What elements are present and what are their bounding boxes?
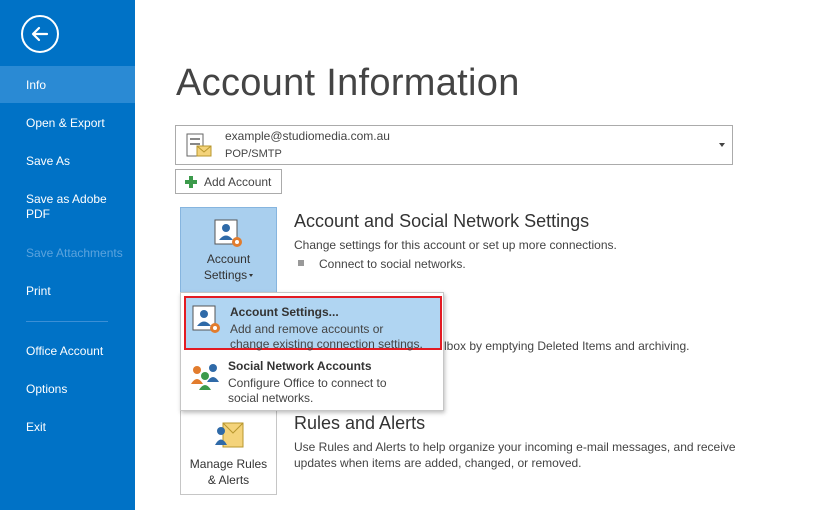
- account-section-description: Change settings for this account or set …: [294, 238, 617, 252]
- menu-item-title: Account Settings...: [230, 305, 339, 319]
- menu-item-desc-2: change existing connection settings.: [230, 337, 423, 351]
- add-account-button[interactable]: Add Account: [175, 169, 282, 194]
- manage-rules-alerts-button[interactable]: Manage Rules & Alerts: [180, 408, 277, 495]
- backstage-sidebar: Info Open & Export Save As Save as Adobe…: [0, 0, 135, 510]
- connect-social-networks-link[interactable]: Connect to social networks.: [319, 256, 466, 272]
- back-button[interactable]: [21, 15, 59, 53]
- chevron-down-icon: [719, 143, 725, 147]
- account-settings-label-1: Account: [206, 252, 251, 266]
- account-selector[interactable]: example@studiomedia.com.au POP/SMTP: [175, 125, 733, 165]
- nav-save-as-adobe-pdf[interactable]: Save as Adobe PDF: [0, 192, 120, 222]
- menu-item-desc-2: social networks.: [228, 391, 314, 405]
- nav-open-export[interactable]: Open & Export: [0, 116, 135, 131]
- account-settings-button[interactable]: Account Settings: [180, 207, 277, 294]
- back-arrow-icon: [31, 26, 49, 42]
- menu-item-social-network-accounts[interactable]: Social Network Accounts Configure Office…: [184, 354, 442, 408]
- menu-item-title: Social Network Accounts: [228, 359, 372, 373]
- email-account-icon: [186, 133, 212, 157]
- rules-label-1: Manage Rules: [189, 457, 268, 471]
- account-settings-icon: [192, 305, 220, 333]
- nav-save-attachments: Save Attachments: [26, 246, 123, 260]
- nav-office-account[interactable]: Office Account: [0, 344, 135, 359]
- account-settings-dropdown: Account Settings... Add and remove accou…: [180, 292, 444, 411]
- rules-description-line-1: Use Rules and Alerts to help organize yo…: [294, 440, 736, 454]
- nav-exit[interactable]: Exit: [0, 420, 135, 435]
- menu-item-desc-1: Configure Office to connect to: [228, 376, 387, 390]
- chevron-down-icon: [249, 274, 254, 278]
- social-network-icon: [191, 364, 219, 390]
- plus-icon: [185, 176, 197, 188]
- bullet-icon: [298, 260, 304, 266]
- rules-section-heading: Rules and Alerts: [294, 413, 426, 433]
- nav-print[interactable]: Print: [0, 284, 135, 299]
- nav-options[interactable]: Options: [0, 382, 135, 397]
- cleanup-description: lbox by emptying Deleted Items and archi…: [444, 339, 690, 353]
- nav-save-as[interactable]: Save As: [0, 154, 135, 169]
- account-section-heading: Account and Social Network Settings: [294, 211, 590, 231]
- menu-item-desc-1: Add and remove accounts or: [230, 322, 384, 336]
- page-title: Account Information: [176, 62, 520, 104]
- account-settings-label-2: Settings: [203, 268, 248, 282]
- rules-label-2: & Alerts: [207, 473, 250, 487]
- nav-info[interactable]: Info: [0, 66, 135, 103]
- add-account-label: Add Account: [204, 175, 272, 189]
- menu-item-account-settings[interactable]: Account Settings... Add and remove accou…: [184, 296, 442, 351]
- account-type: POP/SMTP: [225, 148, 282, 160]
- sidebar-divider: [26, 321, 108, 322]
- account-email: example@studiomedia.com.au: [225, 129, 390, 143]
- account-settings-icon: [214, 219, 242, 247]
- rules-alerts-icon: [215, 422, 244, 448]
- rules-description-line-2: updates when items are added, changed, o…: [294, 456, 582, 470]
